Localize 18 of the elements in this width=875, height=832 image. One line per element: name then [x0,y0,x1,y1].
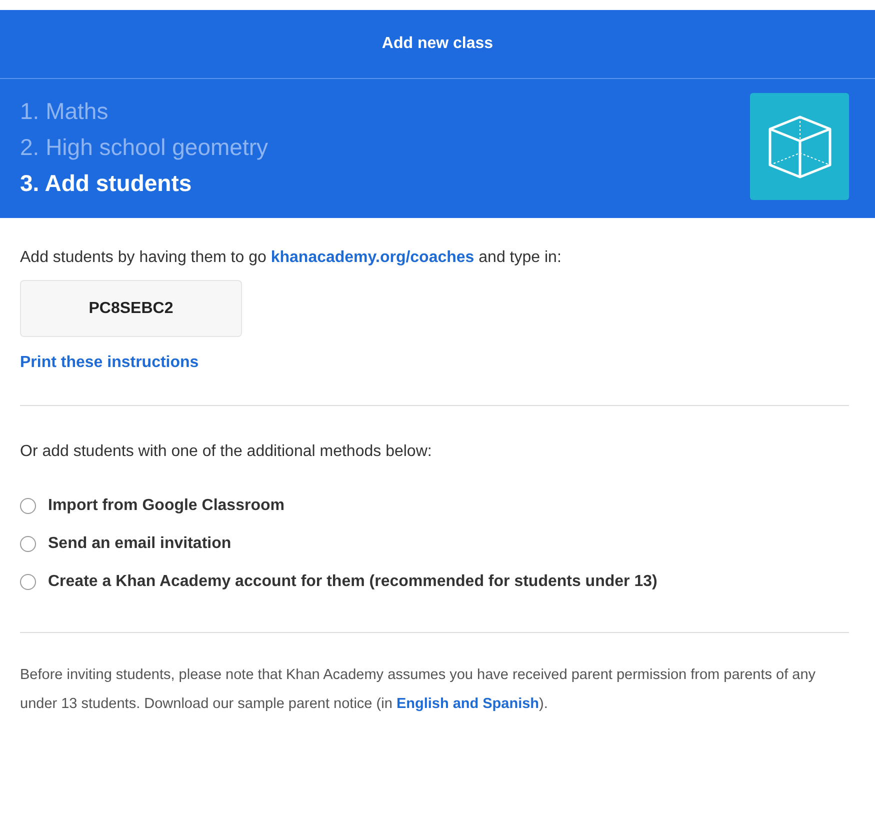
radio-button[interactable] [20,536,36,552]
methods-intro: Or add students with one of the additional methods below: [20,442,433,462]
instructions-text: Add students by having them to go khanacademy.org/coaches and type in: [20,248,562,268]
radio-button[interactable] [20,574,36,590]
method-label[interactable]: Send an email invitation [48,532,232,556]
method-label[interactable]: Import from Google Classroom [48,494,284,518]
dialog-title: Add new class [382,34,494,54]
step-label: 2. High school geometry [20,132,268,162]
step-label: 3. Add students [20,168,193,198]
coaches-link[interactable]: khanacademy.org/coaches [270,249,474,266]
language-link[interactable]: English and Spanish [396,696,540,712]
step-label: 1. Maths [20,96,110,126]
method-label[interactable]: Create a Khan Academy account for them (recommended for students under 13) [48,570,658,594]
parent-note: Before inviting students, please note that Khan Academy assumes you have received parent permission from parents of any under 13 students. Download our sample parent notice (in English and Spanish). [20,666,817,714]
print-link[interactable]: Print these instructions [20,351,199,375]
class-code: PC8SEBC2 [20,280,242,337]
radio-button[interactable] [20,498,36,514]
cube-icon [750,93,849,200]
